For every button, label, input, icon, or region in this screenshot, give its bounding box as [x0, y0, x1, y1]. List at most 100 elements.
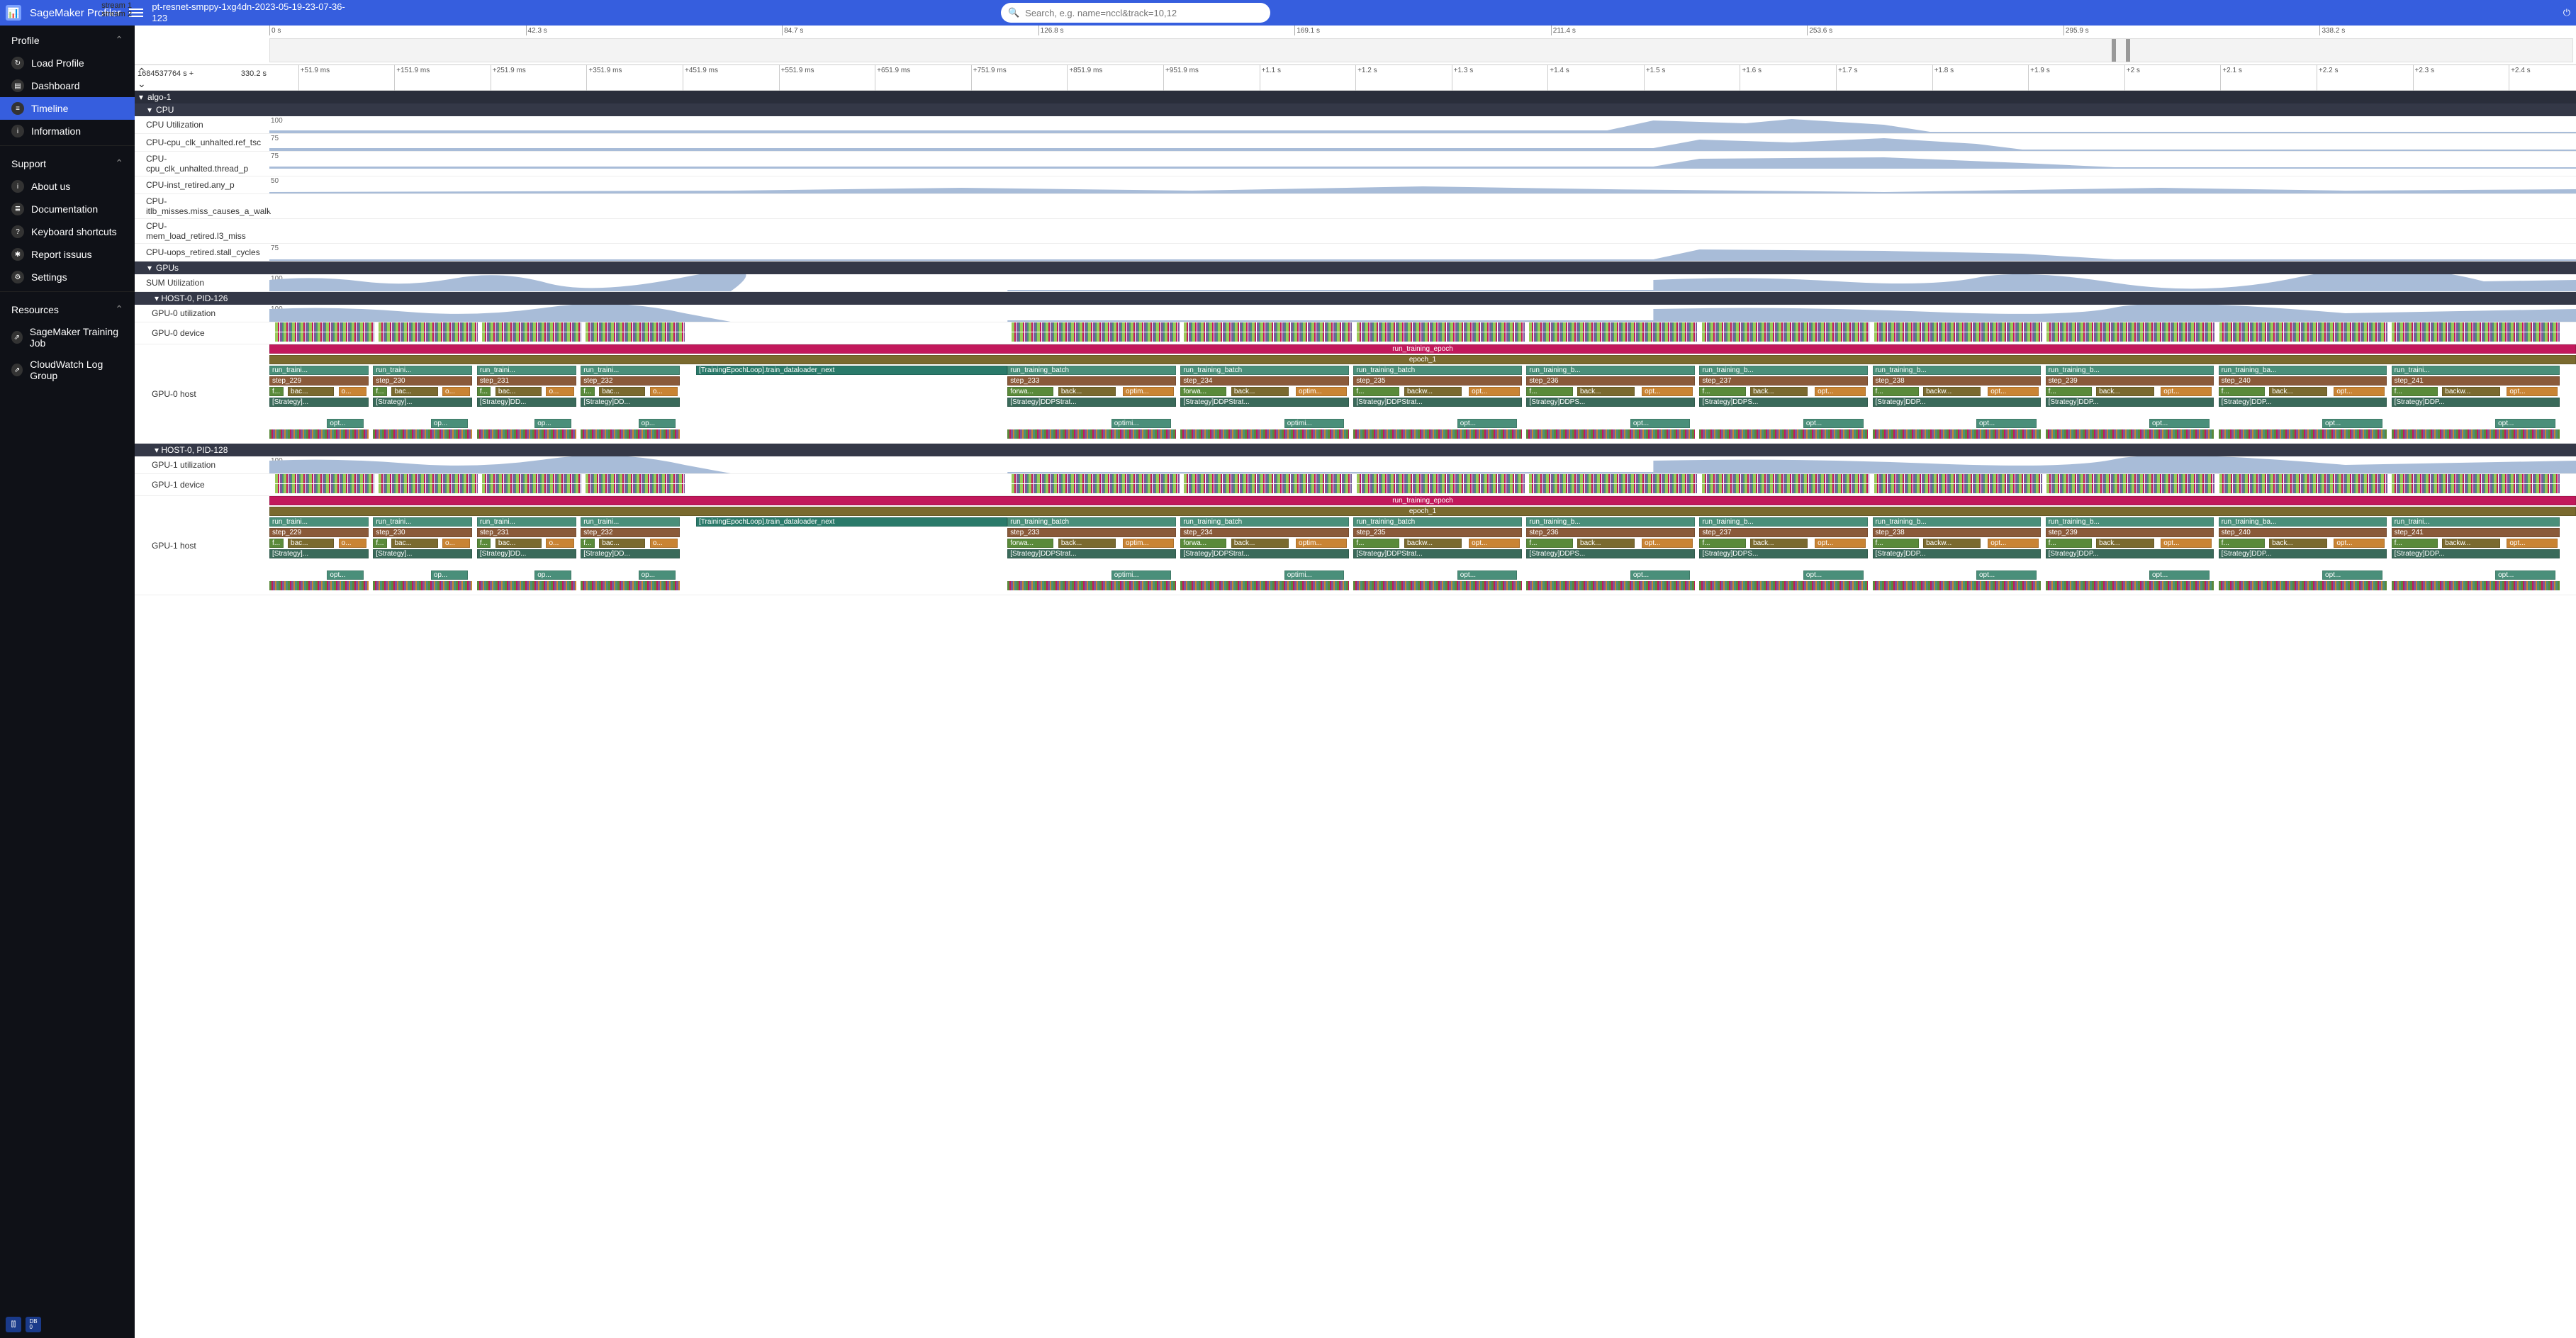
host-lanes[interactable]: run_training_epochepoch_1run_traini...ru… [269, 344, 2576, 443]
detail-tick: +1.9 s [2028, 65, 2050, 91]
overview-tick: 42.3 s [526, 26, 547, 35]
cpu-row: CPU-cpu_clk_unhalted.ref_tsc 75 [135, 134, 2576, 152]
cpu-row: CPU Utilization 100 [135, 116, 2576, 134]
timeline-main: 0 s42.3 s84.7 s126.8 s169.1 s211.4 s253.… [135, 26, 2576, 1338]
detail-tick: +1.7 s [1836, 65, 1858, 91]
bug-icon: ✱ [11, 248, 24, 261]
row-sum-util: SUM Utilization 100 [135, 274, 2576, 292]
group-algo[interactable]: ▾ algo-1 [135, 91, 2576, 103]
sidebar-item-timeline[interactable]: ≡Timeline [0, 97, 135, 120]
sidebar-item-load-profile[interactable]: ↻Load Profile [0, 52, 135, 74]
sidebar-item-dashboard[interactable]: ▤Dashboard [0, 74, 135, 97]
refresh-icon: ↻ [11, 57, 24, 69]
sidebar-section-support[interactable]: Support⌃ [0, 149, 135, 175]
group-host-1[interactable]: ▾ HOST-0, PID-128 [135, 444, 2576, 456]
row-label: SUM Utilization [135, 274, 269, 291]
tracks-container[interactable]: ▾ algo-1 ▾ CPU CPU Utilization 100 CPU-c… [135, 91, 2576, 1338]
row-gpu-host: GPU-0 host run_training_epochepoch_1run_… [135, 344, 2576, 444]
cpu-chart[interactable] [269, 219, 2576, 236]
sidebar-item-settings[interactable]: ⚙Settings [0, 266, 135, 288]
sidebar-item-cloudwatch[interactable]: ⇗CloudWatch Log Group [0, 354, 135, 386]
link-icon: ⇗ [11, 331, 23, 344]
row-label: GPU-0 host [135, 344, 269, 443]
cpu-chart[interactable]: 100 [269, 116, 2576, 133]
cpu-row: CPU-itlb_misses.miss_causes_a_walk [135, 194, 2576, 219]
row-label: CPU-itlb_misses.miss_causes_a_walk [135, 194, 269, 218]
row-label: CPU-cpu_clk_unhalted.ref_tsc [135, 134, 269, 151]
search-input[interactable] [1001, 3, 1270, 23]
row-label: GPU-0 utilization [135, 305, 269, 322]
gpu-streams[interactable] [275, 322, 2576, 344]
row-label: CPU-uops_retired.stall_cycles [135, 244, 269, 261]
detail-tick: +2.4 s [2509, 65, 2531, 91]
sidebar-item-about[interactable]: iAbout us [0, 175, 135, 198]
sidebar-item-report-issues[interactable]: ✱Report issuus [0, 243, 135, 266]
row-label: CPU Utilization [135, 116, 269, 133]
app-logo: 📊 [6, 5, 21, 21]
detail-tick: +2.2 s [2317, 65, 2339, 91]
footer-badge-2[interactable]: DB 0 [26, 1317, 41, 1332]
row-gpu-host: GPU-1 host run_training_epochepoch_1run_… [135, 496, 2576, 595]
sidebar-section-resources[interactable]: Resources⌃ [0, 295, 135, 321]
detail-tick: +2.3 s [2413, 65, 2435, 91]
dashboard-icon: ▤ [11, 79, 24, 92]
gpu-util-chart[interactable]: 100 [269, 456, 2576, 473]
timeline-icon: ≡ [11, 102, 24, 115]
cpu-chart[interactable]: 75 [269, 134, 2576, 151]
cpu-row: CPU-inst_retired.any_p 50 [135, 176, 2576, 194]
cpu-chart[interactable]: 50 [269, 176, 2576, 193]
row-label: GPU-1 host [135, 496, 269, 595]
row-label: CPU-inst_retired.any_p [135, 176, 269, 193]
sidebar-item-documentation[interactable]: ≣Documentation [0, 198, 135, 220]
collapse-ruler-button[interactable]: ⌃⌄ [138, 66, 146, 90]
overview-ruler[interactable]: 0 s42.3 s84.7 s126.8 s169.1 s211.4 s253.… [135, 26, 2576, 65]
row-label: CPU-cpu_clk_unhalted.thread_p [135, 152, 269, 176]
search-icon: 🔍 [1008, 7, 1019, 18]
gpu-streams[interactable] [275, 474, 2576, 495]
detail-tick: +351.9 ms [586, 65, 622, 91]
gpu-util-chart[interactable]: 100 [269, 305, 2576, 322]
power-button[interactable]: ⏻ [2563, 7, 2570, 18]
detail-tick: +1.1 s [1260, 65, 1282, 91]
viewport-marker[interactable] [2112, 39, 2116, 62]
group-cpu[interactable]: ▾ CPU [135, 103, 2576, 116]
help-icon: ? [11, 225, 24, 238]
overview-tick: 84.7 s [782, 26, 803, 35]
chevron-up-icon: ⌃ [115, 157, 123, 169]
chevron-up-icon: ⌃ [115, 34, 123, 46]
detail-tick: +251.9 ms [491, 65, 526, 91]
overview-tick: 0 s [269, 26, 281, 35]
detail-tick: +851.9 ms [1067, 65, 1102, 91]
cpu-chart[interactable] [269, 194, 2576, 211]
detail-ruler[interactable]: 1684537764 s + 330.2 s +51.9 ms+151.9 ms… [135, 65, 2576, 91]
viewport-marker[interactable] [2126, 39, 2130, 62]
sidebar-item-information[interactable]: iInformation [0, 120, 135, 142]
detail-tick: +2 s [2124, 65, 2140, 91]
overview-tick: 211.4 s [1551, 26, 1576, 35]
ruler-start-time: 1684537764 s + [138, 69, 194, 78]
row-gpu-device: GPU-0 device stream 1stream 2 [135, 322, 2576, 344]
host-lanes[interactable]: run_training_epochepoch_1run_traini...ru… [269, 496, 2576, 595]
settings-icon: ⚙ [11, 271, 24, 283]
detail-tick: +951.9 ms [1163, 65, 1199, 91]
sidebar-item-training-job[interactable]: ⇗SageMaker Training Job [0, 321, 135, 354]
group-host-0[interactable]: ▾ HOST-0, PID-126 [135, 292, 2576, 305]
sidebar-item-shortcuts[interactable]: ?Keyboard shortcuts [0, 220, 135, 243]
cpu-chart[interactable]: 75 [269, 152, 2576, 169]
detail-tick: +751.9 ms [971, 65, 1007, 91]
detail-tick: +1.5 s [1644, 65, 1666, 91]
row-label: GPU-1 utilization [135, 456, 269, 473]
footer-badge-1[interactable]: ⫿⫿ [6, 1317, 21, 1332]
row-gpu-util: GPU-1 utilization 100 [135, 456, 2576, 474]
cpu-row: CPU-cpu_clk_unhalted.thread_p 75 [135, 152, 2576, 176]
sidebar: Profile⌃ ↻Load Profile ▤Dashboard ≡Timel… [0, 26, 135, 1338]
chart-sum-util[interactable]: 100 [269, 274, 2576, 291]
detail-tick: +51.9 ms [298, 65, 330, 91]
detail-tick: +451.9 ms [683, 65, 718, 91]
sidebar-section-profile[interactable]: Profile⌃ [0, 26, 135, 52]
overview-minimap[interactable] [269, 38, 2573, 62]
cpu-chart[interactable]: 75 [269, 244, 2576, 261]
detail-tick: +1.3 s [1452, 65, 1474, 91]
group-gpus[interactable]: ▾ GPUs [135, 262, 2576, 274]
overview-tick: 338.2 s [2319, 26, 2345, 35]
